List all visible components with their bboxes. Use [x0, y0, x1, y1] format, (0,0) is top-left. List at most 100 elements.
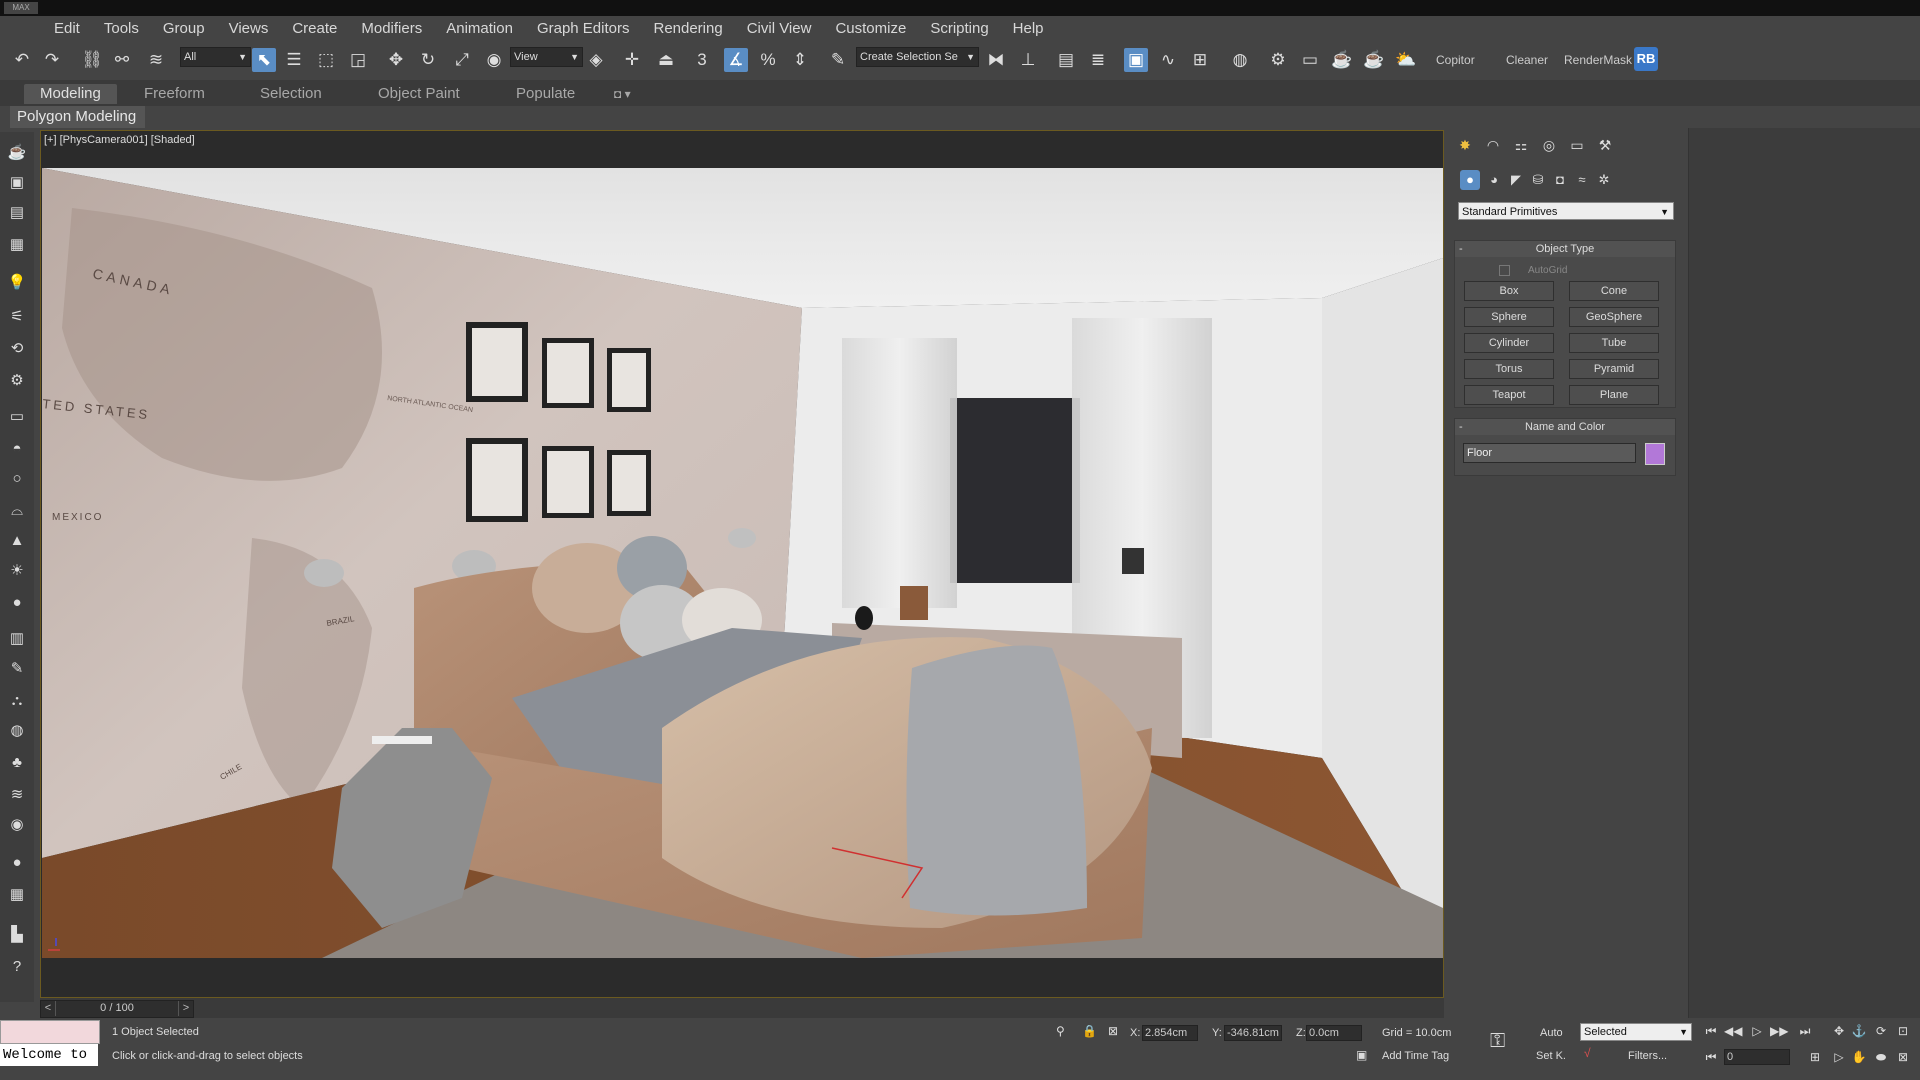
render-setup-icon[interactable]: ⚙ [1266, 48, 1290, 72]
cameras-icon[interactable]: ⛁ [1528, 170, 1548, 190]
menu-create[interactable]: Create [292, 20, 337, 37]
cylinder-button[interactable]: Cylinder [1464, 333, 1554, 353]
menu-rendering[interactable]: Rendering [653, 20, 722, 37]
menu-modifiers[interactable]: Modifiers [361, 20, 422, 37]
polygon-modeling-panel[interactable]: Polygon Modeling [10, 106, 145, 128]
pan-icon[interactable]: ✥ [1830, 1022, 1848, 1040]
modify-tab-icon[interactable]: ◠ [1482, 134, 1504, 156]
tab-populate[interactable]: Populate [516, 84, 575, 104]
move-icon[interactable]: ✥ [384, 48, 408, 72]
rectangular-selection-icon[interactable]: ⬚ [314, 48, 338, 72]
edit-named-selection-icon[interactable]: ✎ [826, 48, 850, 72]
select-manipulate-icon[interactable]: ✛ [620, 48, 644, 72]
material-ball-icon[interactable]: ● [6, 852, 28, 874]
angle-snap-icon[interactable]: ∡ [724, 48, 748, 72]
menu-customize[interactable]: Customize [835, 20, 906, 37]
percent-snap-icon[interactable]: % [756, 48, 780, 72]
systems-icon[interactable]: ✲ [1594, 170, 1614, 190]
sliders-icon[interactable]: ⚟ [6, 306, 28, 328]
window-crossing-icon[interactable]: ◲ [346, 48, 370, 72]
rb-button[interactable]: RB [1634, 47, 1658, 71]
unlink-icon[interactable]: ⚯ [110, 48, 134, 72]
panel-icon[interactable]: ▭ [6, 406, 28, 428]
menu-graph-editors[interactable]: Graph Editors [537, 20, 630, 37]
pyramid-button[interactable]: Pyramid [1569, 359, 1659, 379]
maxscript-output[interactable] [0, 1020, 100, 1044]
object-type-header[interactable]: - Object Type [1455, 241, 1675, 257]
reference-coordinate-dropdown[interactable]: View [510, 47, 583, 67]
play-icon[interactable]: ▷ [1748, 1022, 1766, 1040]
render-iterative-icon[interactable]: ☕ [1362, 48, 1386, 72]
space-warps-icon[interactable]: ≈ [1572, 170, 1592, 190]
tab-freeform[interactable]: Freeform [144, 84, 205, 104]
menu-animation[interactable]: Animation [446, 20, 513, 37]
curve-editor-icon[interactable]: ∿ [1156, 48, 1180, 72]
set-key-button[interactable]: Set K. [1536, 1050, 1566, 1062]
cone-button[interactable]: Cone [1569, 281, 1659, 301]
rendered-frame-window-icon[interactable]: ▭ [1298, 48, 1322, 72]
absolute-mode-icon[interactable]: ⊠ [1108, 1024, 1118, 1038]
geosphere-button[interactable]: GeoSphere [1569, 307, 1659, 327]
viewport-3d[interactable]: CANADA TED STATES NORTH ATLANTIC OCEAN M… [42, 168, 1443, 958]
redo-icon[interactable]: ↷ [40, 48, 64, 72]
sun-icon[interactable]: ☀ [6, 560, 28, 582]
texture-sphere-icon[interactable]: ◉ [6, 814, 28, 836]
copitor-button[interactable]: Copitor [1436, 53, 1475, 67]
rotate-icon[interactable]: ↻ [416, 48, 440, 72]
snap-toggle-icon[interactable]: 3 [690, 48, 714, 72]
category-dropdown[interactable]: Standard Primitives ▼ [1458, 202, 1674, 220]
menu-group[interactable]: Group [163, 20, 205, 37]
spiral-icon[interactable]: ⟲ [6, 338, 28, 360]
scale-icon[interactable]: ⤢ [450, 48, 474, 72]
undo-icon[interactable]: ↶ [10, 48, 34, 72]
named-selection-sets-dropdown[interactable]: Create Selection Se [856, 47, 979, 67]
time-slider[interactable]: < 0 / 100 > [40, 1000, 194, 1018]
geometry-icon[interactable]: ● [1460, 170, 1480, 190]
link-icon[interactable]: ⛓ [80, 48, 104, 72]
render-frame-icon[interactable]: ▣ [6, 172, 28, 194]
key-icon[interactable]: ⚿ [1490, 1030, 1505, 1053]
material-editor-icon[interactable]: ◍ [1228, 48, 1252, 72]
hand-pan-icon[interactable]: ✋ [1850, 1048, 1868, 1066]
menu-civil-view[interactable]: Civil View [747, 20, 812, 37]
ball-icon[interactable]: ● [6, 592, 28, 614]
graph-icon[interactable]: ⛬ [6, 690, 28, 712]
field-of-view-icon[interactable]: ⚓ [1850, 1022, 1868, 1040]
cleaner-button[interactable]: Cleaner [1506, 53, 1548, 67]
grid-icon[interactable]: ▥ [6, 628, 28, 650]
ribbon-options-icon[interactable]: ◘ ▾ [614, 84, 631, 104]
rendermask-button[interactable]: RenderMask [1564, 53, 1632, 67]
orbit-icon[interactable]: ⟳ [1872, 1022, 1890, 1040]
place-icon[interactable]: ◉ [482, 48, 506, 72]
shapes-icon[interactable]: ◕ [1484, 170, 1504, 190]
add-time-tag[interactable]: Add Time Tag [1382, 1050, 1449, 1062]
hierarchy-tab-icon[interactable]: ⚏ [1510, 134, 1532, 156]
orbit-subobject-icon[interactable]: ⬬ [1872, 1048, 1890, 1066]
time-config-icon[interactable]: ⊞ [1806, 1048, 1824, 1066]
viewport-label[interactable]: [+] [PhysCamera001] [Shaded] [44, 134, 195, 146]
help-icon[interactable]: ? [6, 956, 28, 978]
cone-icon[interactable]: ▲ [6, 530, 28, 552]
tab-object-paint[interactable]: Object Paint [378, 84, 460, 104]
curve-icon[interactable]: √ [1584, 1046, 1591, 1060]
display-tab-icon[interactable]: ▭ [1566, 134, 1588, 156]
key-filter-dropdown[interactable]: Selected [1580, 1023, 1692, 1041]
object-color-swatch[interactable] [1645, 443, 1665, 465]
motion-tab-icon[interactable]: ◎ [1538, 134, 1560, 156]
select-by-name-icon[interactable]: ☰ [282, 48, 306, 72]
y-coordinate-field[interactable]: -346.81cm [1224, 1025, 1282, 1041]
isolate-icon[interactable]: ⚲ [1056, 1024, 1065, 1038]
menu-help[interactable]: Help [1013, 20, 1044, 37]
go-to-start-icon[interactable]: ⏮ [1702, 1022, 1720, 1040]
globe-icon[interactable]: ◍ [6, 720, 28, 742]
sphere-icon[interactable]: ○ [6, 468, 28, 490]
select-object-icon[interactable]: ⬉ [252, 48, 276, 72]
next-key-icon[interactable]: ▶▶ [1770, 1022, 1788, 1040]
plane-button[interactable]: Plane [1569, 385, 1659, 405]
hemisphere-icon[interactable]: ◓ [6, 438, 28, 460]
next-frame-button[interactable]: > [178, 1001, 193, 1016]
paint-icon[interactable]: ✎ [6, 658, 28, 680]
z-coordinate-field[interactable]: 0.0cm [1306, 1025, 1362, 1041]
menu-scripting[interactable]: Scripting [930, 20, 988, 37]
torus-button[interactable]: Torus [1464, 359, 1554, 379]
